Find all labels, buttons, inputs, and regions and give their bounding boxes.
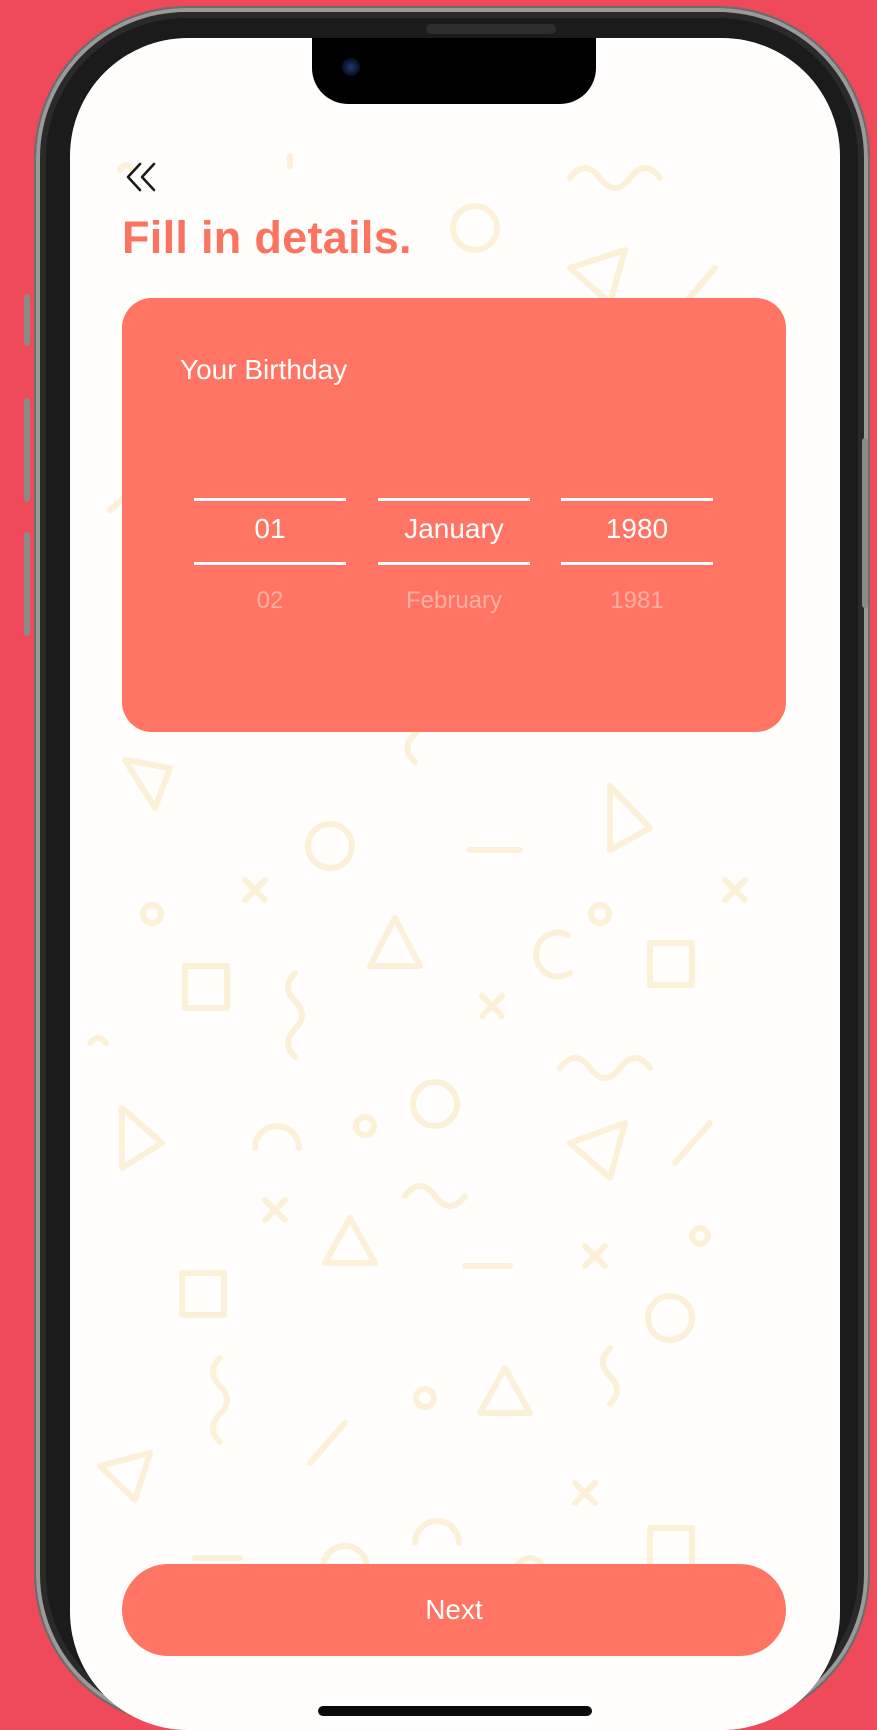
birthday-label: Your Birthday [180, 354, 348, 385]
year-picker-bottom-line [561, 562, 713, 565]
power-button [862, 438, 868, 608]
year-next-option[interactable]: 1981 [561, 586, 713, 616]
page-title: Fill in details. [122, 212, 412, 263]
birthday-card: Your Birthday 01 02 January February 198… [122, 298, 786, 732]
volume-up-button [24, 398, 30, 502]
home-indicator[interactable] [318, 1706, 592, 1716]
volume-down-button [24, 532, 30, 636]
year-picker-top-line [561, 498, 713, 501]
month-picker-bottom-line [378, 562, 530, 565]
day-picker-top-line [194, 498, 346, 501]
back-button[interactable] [122, 158, 162, 196]
year-picker[interactable]: 1980 1981 [561, 498, 713, 658]
background-pattern [70, 38, 840, 1728]
mute-switch [24, 294, 30, 346]
front-camera [342, 58, 360, 76]
day-selected[interactable]: 01 [194, 512, 346, 546]
month-picker[interactable]: January February [378, 498, 530, 658]
month-picker-top-line [378, 498, 530, 501]
day-next-option[interactable]: 02 [194, 586, 346, 616]
year-selected[interactable]: 1980 [561, 512, 713, 546]
double-chevron-left-icon [126, 162, 156, 192]
month-next-option[interactable]: February [378, 586, 530, 616]
speaker-grille [426, 24, 556, 34]
next-button[interactable]: Next [122, 1564, 786, 1656]
day-picker[interactable]: 01 02 [194, 498, 346, 658]
memphis-pattern [87, 153, 748, 1593]
day-picker-bottom-line [194, 562, 346, 565]
month-selected[interactable]: January [378, 512, 530, 546]
